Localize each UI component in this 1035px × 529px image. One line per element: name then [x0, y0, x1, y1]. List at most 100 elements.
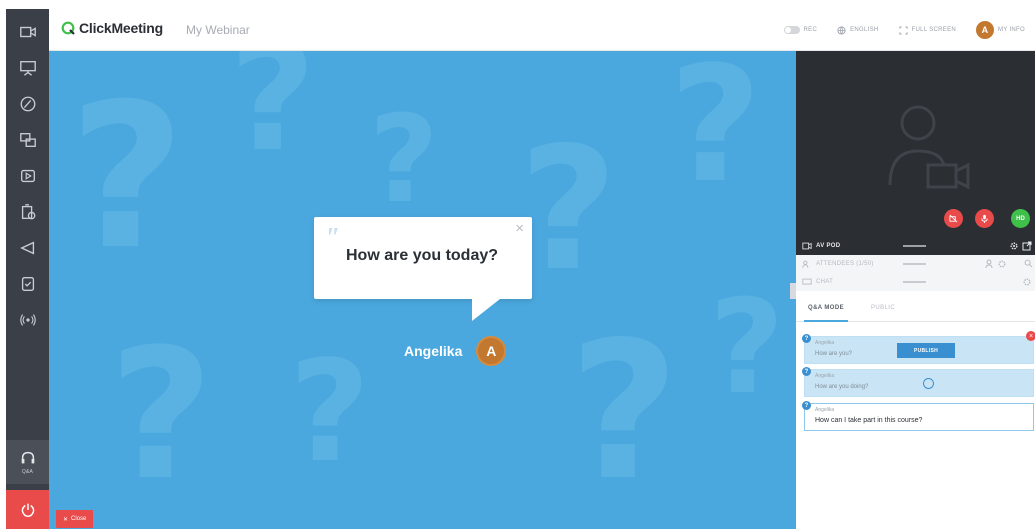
mic-button[interactable]: [975, 209, 994, 228]
power-button[interactable]: [6, 490, 49, 529]
globe-icon: [837, 25, 846, 35]
publish-button[interactable]: PUBLISH: [897, 343, 955, 358]
sidebar-item-broadcast[interactable]: [6, 302, 49, 338]
question-icon: ?: [802, 367, 811, 376]
drag-handle[interactable]: [903, 245, 926, 247]
close-icon[interactable]: ×: [515, 220, 524, 237]
clickmeeting-logo-icon: [61, 21, 75, 35]
chat-pod-row[interactable]: CHAT: [796, 273, 1035, 291]
question-asker: Angelika A: [404, 336, 507, 366]
question-mark-pattern: ?: [289, 331, 371, 494]
app-logo: ClickMeeting: [61, 20, 163, 36]
user-settings-icon[interactable]: [985, 259, 995, 269]
question-mark-pattern: ?: [569, 301, 680, 522]
attendees-label: ATTENDEES (1/50): [816, 261, 874, 267]
broadcast-icon: [19, 314, 36, 326]
question-item[interactable]: ? Angelika How can I take part in this c…: [802, 401, 1034, 431]
video-play-icon: [20, 169, 35, 183]
question-item[interactable]: ? Angelika How are you? PUBLISH ×: [802, 331, 1035, 364]
webinar-name[interactable]: My Webinar: [186, 23, 250, 37]
top-bar-controls: REC ENGLISH FULL SCREEN A MY INFO: [783, 19, 1025, 41]
question-mark-pattern: ?: [229, 51, 317, 185]
drag-handle[interactable]: [903, 263, 926, 265]
close-label: Close: [71, 516, 87, 522]
rec-label: REC: [803, 27, 818, 33]
chat-icon: [802, 278, 812, 285]
my-info-label: MY INFO: [998, 27, 1025, 33]
gear-icon[interactable]: [1022, 277, 1032, 287]
sidebar-item-whiteboard[interactable]: [6, 86, 49, 122]
question-mark-pattern: ?: [109, 311, 214, 520]
sidebar-item-presentation[interactable]: [6, 50, 49, 86]
fullscreen-button[interactable]: FULL SCREEN: [899, 25, 956, 35]
search-icon[interactable]: [1024, 259, 1033, 268]
sidebar-item-video[interactable]: [6, 158, 49, 194]
power-icon: [21, 503, 34, 517]
question-author: Angelika: [815, 340, 835, 346]
language-label: ENGLISH: [850, 27, 879, 33]
user-placeholder-icon: [888, 105, 970, 190]
question-text: How are you?: [815, 351, 853, 357]
left-sidebar: Q&A: [6, 9, 49, 529]
presentation-stage: ? ? ? ? ? ? ? ? ? " How are you today? ×…: [49, 51, 796, 529]
toggle-switch[interactable]: [783, 26, 800, 34]
tests-icon: [21, 277, 34, 291]
camera-off-icon: [949, 214, 958, 223]
hd-button[interactable]: HD: [1011, 209, 1030, 228]
av-pod-row[interactable]: AV POD: [796, 237, 1035, 255]
question-mark-pattern: ?: [669, 51, 762, 218]
microphone-icon: [981, 214, 988, 223]
attendees-pod-row[interactable]: ATTENDEES (1/50): [796, 255, 1035, 273]
question-mark-pattern: ?: [519, 111, 618, 309]
screen-share-icon: [19, 133, 36, 147]
asker-name: Angelika: [404, 343, 463, 359]
gear-icon[interactable]: [1009, 241, 1019, 251]
right-panel: HD AV POD ATTENDEES (1/50) CHAT Q&A MODE…: [796, 51, 1035, 529]
app-name: ClickMeeting: [79, 20, 163, 36]
question-mark-pattern: ?: [69, 61, 186, 294]
rec-toggle[interactable]: REC: [783, 26, 818, 34]
question-item[interactable]: ? Angelika How are you doing?: [802, 367, 1034, 397]
reply-icon[interactable]: [923, 378, 934, 389]
camera-off-button[interactable]: [944, 209, 963, 228]
megaphone-icon: [19, 241, 34, 255]
gear-icon[interactable]: [997, 259, 1007, 269]
asker-avatar: A: [476, 336, 507, 366]
question-icon: ?: [802, 401, 811, 410]
video-area: HD: [796, 51, 1035, 237]
sidebar-item-screen-share[interactable]: [6, 122, 49, 158]
quote-icon: ": [324, 223, 340, 254]
my-info-button[interactable]: A MY INFO: [976, 21, 1025, 39]
question-text: How can I take part in this course?: [815, 417, 923, 424]
question-bubble: " How are you today? ×: [314, 217, 532, 321]
question-icon: ?: [802, 334, 811, 343]
question-mark-pattern: ?: [369, 91, 439, 230]
question-text: How are you today?: [346, 247, 499, 264]
app-window: Q&A ClickMeeting My Webinar REC ENGLISH …: [0, 0, 1035, 529]
headset-icon: [21, 451, 34, 464]
question-text: How are you doing?: [815, 384, 869, 390]
question-mark-pattern: ?: [709, 271, 785, 423]
tab-public[interactable]: PUBLIC: [871, 305, 895, 311]
delete-icon[interactable]: ×: [1026, 331, 1035, 341]
chat-label: CHAT: [816, 279, 834, 285]
sidebar-item-qa[interactable]: Q&A: [6, 440, 49, 484]
whiteboard-icon: [20, 96, 35, 112]
fullscreen-label: FULL SCREEN: [911, 27, 956, 33]
popout-icon[interactable]: [1022, 241, 1032, 251]
fullscreen-icon: [899, 25, 908, 35]
language-selector[interactable]: ENGLISH: [837, 25, 879, 35]
top-bar: ClickMeeting My Webinar REC ENGLISH FULL…: [49, 9, 1035, 51]
tab-qa-mode[interactable]: Q&A MODE: [804, 305, 848, 322]
drag-handle[interactable]: [903, 281, 926, 283]
close-button[interactable]: ✕ Close: [56, 510, 94, 528]
sidebar-item-megaphone[interactable]: [6, 230, 49, 266]
sidebar-item-camera[interactable]: [6, 14, 49, 50]
sidebar-item-tests[interactable]: [6, 266, 49, 302]
camera-icon: [802, 242, 812, 250]
attendees-icon: [802, 260, 809, 268]
poll-icon: [21, 204, 35, 220]
avatar: A: [976, 21, 994, 39]
close-x-icon: ✕: [63, 516, 69, 523]
sidebar-item-poll[interactable]: [6, 194, 49, 230]
